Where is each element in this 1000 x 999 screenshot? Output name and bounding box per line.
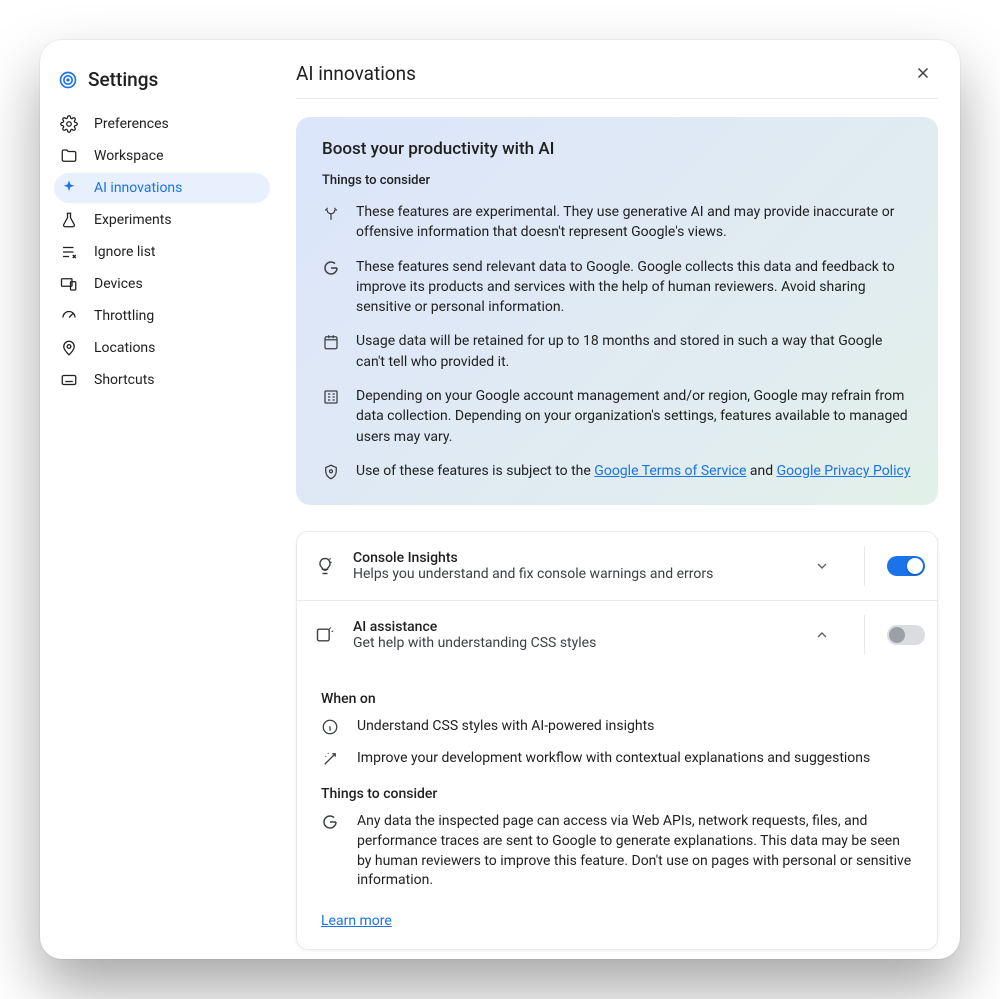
feature-card: Console Insights Helps you understand an… — [296, 531, 938, 950]
feature-body: AI assistance Get help with understandin… — [353, 619, 790, 651]
promo-item-terms: Use of these features is subject to the … — [322, 461, 912, 481]
info-icon — [321, 717, 341, 737]
sidebar-nav: Preferences Workspace AI innovations Exp… — [54, 109, 270, 395]
ignore-list-icon — [60, 243, 78, 261]
feature-ai-assistance: AI assistance Get help with understandin… — [297, 600, 937, 669]
sidebar-title: Settings — [88, 68, 158, 91]
main-header: AI innovations — [296, 58, 938, 99]
collapse-ai-assistance-button[interactable] — [806, 619, 838, 651]
sidebar-item-label: Experiments — [94, 212, 172, 228]
when-on-text: Improve your development workflow with c… — [357, 749, 870, 769]
promo-item-text: Use of these features is subject to the … — [356, 461, 910, 481]
chevron-down-icon — [814, 558, 830, 574]
chevron-up-icon — [814, 627, 830, 643]
console-insights-toggle[interactable] — [887, 556, 925, 576]
devices-icon — [60, 275, 78, 293]
location-pin-icon — [60, 339, 78, 357]
promo-item-text: These features are experimental. They us… — [356, 202, 912, 243]
learn-more-link[interactable]: Learn more — [321, 913, 392, 929]
magic-wand-icon — [321, 749, 341, 769]
feature-console-insights: Console Insights Helps you understand an… — [297, 532, 937, 600]
sidebar-item-locations[interactable]: Locations — [54, 333, 270, 363]
lightbulb-icon — [315, 556, 337, 576]
sidebar-header: Settings — [54, 58, 270, 109]
ai-assistance-details: When on Understand CSS styles with AI-po… — [297, 669, 937, 949]
sidebar-item-experiments[interactable]: Experiments — [54, 205, 270, 235]
policy-shield-icon — [322, 461, 340, 481]
sidebar: Settings Preferences Workspace AI innova… — [40, 40, 274, 959]
consider-heading: Things to consider — [321, 786, 913, 802]
page-title: AI innovations — [296, 62, 416, 85]
promo-item-managed: Depending on your Google account managem… — [322, 386, 912, 447]
promo-item-text: Depending on your Google account managem… — [356, 386, 912, 447]
promo-item-retention: Usage data will be retained for up to 18… — [322, 331, 912, 372]
settings-window: Settings Preferences Workspace AI innova… — [40, 40, 960, 959]
ai-promo-card: Boost your productivity with AI Things t… — [296, 117, 938, 505]
feature-title: Console Insights — [353, 550, 790, 566]
sidebar-item-label: Locations — [94, 340, 155, 356]
promo-list: These features are experimental. They us… — [322, 202, 912, 481]
terms-of-service-link[interactable]: Google Terms of Service — [594, 463, 746, 479]
when-on-heading: When on — [321, 691, 913, 707]
feature-title: AI assistance — [353, 619, 790, 635]
promo-item-experimental: These features are experimental. They us… — [322, 202, 912, 243]
promo-item-text: Usage data will be retained for up to 18… — [356, 331, 912, 372]
sidebar-item-preferences[interactable]: Preferences — [54, 109, 270, 139]
keyboard-icon — [60, 371, 78, 389]
privacy-policy-link[interactable]: Google Privacy Policy — [777, 463, 911, 479]
sidebar-item-workspace[interactable]: Workspace — [54, 141, 270, 171]
feature-description: Get help with understanding CSS styles — [353, 635, 790, 651]
expand-console-insights-button[interactable] — [806, 550, 838, 582]
sparkle-icon — [60, 179, 78, 197]
sidebar-item-label: Workspace — [94, 148, 164, 164]
code-sparkle-icon — [315, 625, 337, 645]
sidebar-item-devices[interactable]: Devices — [54, 269, 270, 299]
sidebar-item-ai-innovations[interactable]: AI innovations — [54, 173, 270, 203]
consider-item: Any data the inspected page can access v… — [321, 812, 913, 890]
ai-assistance-toggle[interactable] — [887, 625, 925, 645]
close-button[interactable] — [908, 58, 938, 88]
sidebar-item-label: Devices — [94, 276, 143, 292]
devtools-logo-icon — [58, 70, 78, 90]
sidebar-item-throttling[interactable]: Throttling — [54, 301, 270, 331]
promo-title: Boost your productivity with AI — [322, 139, 912, 159]
sidebar-item-label: Ignore list — [94, 244, 156, 260]
sidebar-item-label: Preferences — [94, 116, 169, 132]
sidebar-item-ignore-list[interactable]: Ignore list — [54, 237, 270, 267]
feature-description: Helps you understand and fix console war… — [353, 566, 790, 582]
google-logo-icon — [321, 812, 341, 890]
main-content: AI innovations Boost your productivity w… — [274, 40, 960, 959]
promo-item-text: These features send relevant data to Goo… — [356, 257, 912, 318]
feature-body: Console Insights Helps you understand an… — [353, 550, 790, 582]
terms-mid: and — [746, 463, 776, 479]
seedling-icon — [322, 202, 340, 243]
sidebar-item-label: AI innovations — [94, 180, 182, 196]
calendar-icon — [322, 331, 340, 372]
close-icon — [914, 64, 932, 82]
flask-icon — [60, 211, 78, 229]
enterprise-icon — [322, 386, 340, 447]
sidebar-item-shortcuts[interactable]: Shortcuts — [54, 365, 270, 395]
gear-icon — [60, 115, 78, 133]
terms-prefix: Use of these features is subject to the — [356, 463, 594, 479]
google-logo-icon — [322, 257, 340, 318]
separator — [864, 546, 865, 586]
separator — [864, 615, 865, 655]
sidebar-item-label: Shortcuts — [94, 372, 155, 388]
promo-item-data-collection: These features send relevant data to Goo… — [322, 257, 912, 318]
promo-subtitle: Things to consider — [322, 173, 912, 188]
sidebar-item-label: Throttling — [94, 308, 154, 324]
folder-icon — [60, 147, 78, 165]
when-on-text: Understand CSS styles with AI-powered in… — [357, 717, 654, 737]
gauge-icon — [60, 307, 78, 325]
consider-text: Any data the inspected page can access v… — [357, 812, 913, 890]
when-on-item: Understand CSS styles with AI-powered in… — [321, 717, 913, 737]
when-on-item: Improve your development workflow with c… — [321, 749, 913, 769]
